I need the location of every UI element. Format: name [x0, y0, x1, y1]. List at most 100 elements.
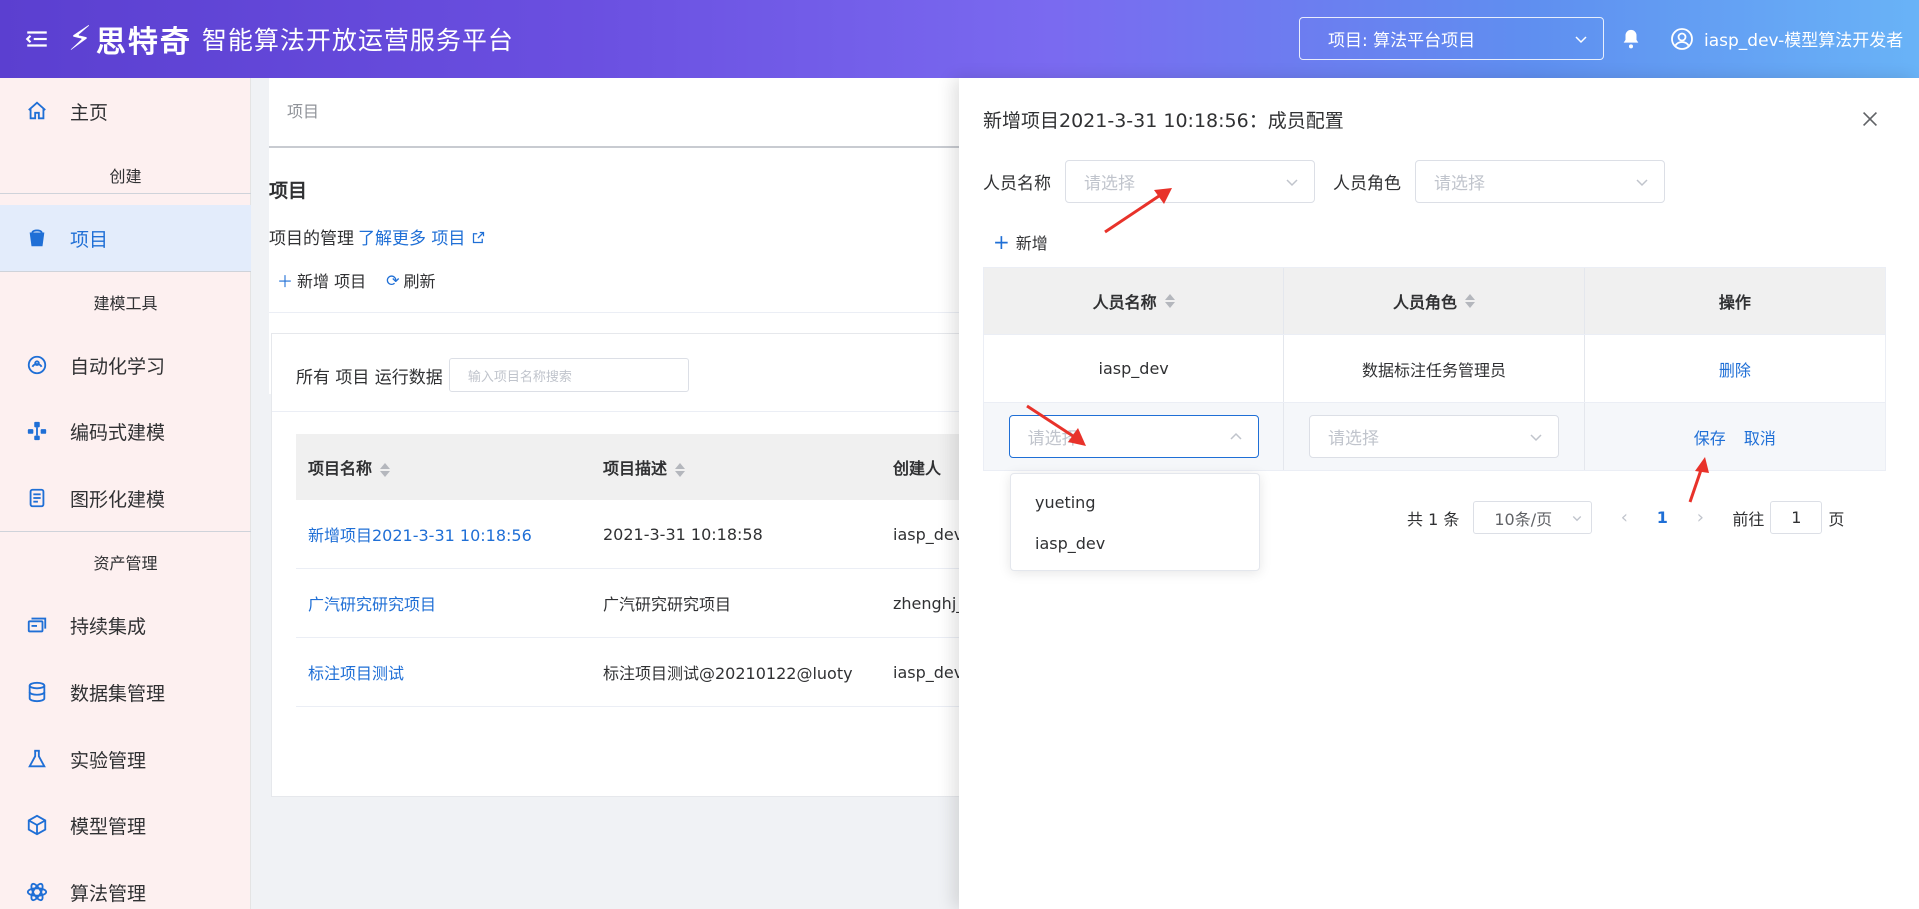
goto-label: 前往	[1732, 509, 1765, 529]
save-button[interactable]: 保存	[1694, 425, 1726, 449]
sidebar-item-home[interactable]: 主页	[0, 78, 251, 144]
member-role-filter-select[interactable]: 请选择	[1415, 160, 1665, 203]
section-divider	[0, 531, 251, 532]
project-name-link[interactable]: 广汽研究研究项目	[296, 591, 591, 615]
breadcrumb[interactable]: 项目	[287, 98, 319, 122]
current-page[interactable]: 1	[1640, 508, 1684, 527]
external-link-icon	[472, 231, 484, 244]
sort-icon[interactable]	[1465, 293, 1475, 309]
column-header-name[interactable]: 项目名称	[296, 455, 591, 479]
sidebar-item-label: 模型管理	[70, 815, 147, 838]
goto-page-input[interactable]: 1	[1770, 501, 1823, 534]
dropdown-option[interactable]: yueting	[1011, 482, 1259, 523]
page-unit-label: 页	[1828, 509, 1845, 529]
column-header-desc[interactable]: 项目描述	[591, 455, 881, 479]
dropdown-option[interactable]: iasp_dev	[1011, 523, 1259, 564]
section-tools: 建模工具	[93, 294, 158, 313]
project-search-input[interactable]: 输入项目名称搜索	[448, 358, 689, 392]
flask-icon	[26, 748, 48, 770]
sidebar-item-graph-modeling[interactable]: 图形化建模	[0, 465, 251, 531]
user-menu[interactable]: iasp_dev-模型算法开发者	[1670, 26, 1903, 51]
column-header-actions: 操作	[1718, 293, 1751, 312]
sidebar-item-label: 主页	[70, 101, 109, 124]
add-member-button[interactable]: + 新增	[993, 230, 1048, 254]
chevron-down-icon	[1573, 516, 1582, 522]
table-row: iasp_dev 数据标注任务管理员 删除	[984, 334, 1885, 402]
sidebar-item-label: 自动化学习	[70, 355, 166, 378]
filter-bar: 所有 项目 运行数据 输入项目名称搜索	[296, 358, 689, 392]
graph-modeling-icon	[26, 487, 48, 509]
page-description-text: 项目的管理	[269, 229, 354, 249]
section-divider	[0, 271, 251, 272]
project-desc: 广汽研究研究项目	[603, 595, 732, 614]
prev-page-button[interactable]: ‹	[1608, 507, 1640, 528]
bell-icon[interactable]	[1620, 28, 1642, 50]
sidebar-item-automl[interactable]: 自动化学习	[0, 332, 251, 398]
logo: ⚡ 思特奇 智能算法开放运营服务平台	[68, 16, 514, 62]
column-header-member-name[interactable]: 人员名称	[984, 268, 1285, 334]
sidebar-item-label: 编码式建模	[70, 421, 166, 444]
sidebar-item-algorithm[interactable]: 算法管理	[0, 859, 251, 909]
member-name: iasp_dev	[984, 335, 1285, 402]
sidebar-item-label: 项目	[70, 228, 109, 251]
database-icon	[26, 681, 48, 703]
refresh-button[interactable]: ⟳ 刷新	[386, 268, 435, 292]
next-page-button[interactable]: ›	[1684, 507, 1716, 528]
plus-icon: +	[993, 230, 1010, 254]
sidebar-item-label: 算法管理	[70, 882, 147, 905]
project-name-link[interactable]: 新增项目2021-3-31 10:18:56	[296, 522, 591, 546]
member-role-select[interactable]: 请选择	[1308, 415, 1559, 458]
chevron-down-icon	[1286, 179, 1298, 187]
drawer-title: 新增项目2021-3-31 10:18:56：成员配置	[983, 110, 1344, 132]
pagination: 共 1 条 10条/页 ‹ 1 › 前往 1 页	[1407, 501, 1844, 534]
user-icon	[1671, 27, 1693, 50]
project-select-value: 项目: 算法平台项目	[1328, 31, 1476, 51]
sidebar-item-experiment[interactable]: 实验管理	[0, 726, 251, 792]
sort-icon[interactable]	[675, 462, 686, 478]
member-name-dropdown: yueting iasp_dev	[1010, 473, 1260, 571]
annotation-arrow-icon	[1688, 457, 1709, 503]
sidebar-item-code-modeling[interactable]: 编码式建模	[0, 398, 251, 464]
member-table: 人员名称 人员角色 操作 iasp_dev 数据标注任务管理员 删除 请选择 请…	[983, 267, 1886, 471]
refresh-icon: ⟳	[386, 270, 400, 290]
cube-icon	[26, 814, 48, 836]
member-role: 数据标注任务管理员	[1284, 335, 1585, 402]
chevron-down-icon	[1636, 179, 1648, 187]
page-size-select[interactable]: 10条/页	[1473, 501, 1593, 534]
automl-icon	[26, 354, 48, 376]
sidebar-item-label: 图形化建模	[70, 488, 166, 511]
menu-fold-icon[interactable]	[24, 26, 50, 52]
sidebar-item-ci[interactable]: 持续集成	[0, 592, 251, 658]
sidebar-item-model[interactable]: 模型管理	[0, 792, 251, 858]
platform-title: 智能算法开放运营服务平台	[201, 26, 514, 55]
toolbar: ＋新增 项目 ⟳ 刷新	[277, 268, 436, 292]
sidebar-item-project[interactable]: 项目	[0, 205, 251, 271]
learn-more-link[interactable]: 了解更多 项目	[358, 229, 486, 249]
project-bucket-icon	[26, 227, 48, 249]
sort-icon[interactable]	[380, 462, 391, 478]
filter-role-label: 人员角色	[1333, 174, 1401, 194]
table-header: 人员名称 人员角色 操作	[984, 268, 1885, 334]
page-description: 项目的管理 了解更多 项目	[269, 224, 486, 249]
project-name-link[interactable]: 标注项目测试	[296, 660, 591, 684]
filter-label: 所有 项目 运行数据	[296, 367, 443, 388]
column-header-member-role[interactable]: 人员角色	[1284, 268, 1585, 334]
chevron-down-icon	[1575, 36, 1587, 44]
sort-icon[interactable]	[1164, 293, 1175, 309]
close-icon[interactable]	[1859, 108, 1881, 130]
annotation-arrow-icon	[1104, 188, 1172, 234]
chevron-down-icon	[1530, 434, 1542, 442]
code-modeling-icon	[26, 420, 48, 442]
member-filter-row: 人员名称 请选择 人员角色 请选择	[983, 160, 1665, 203]
project-select[interactable]: 项目: 算法平台项目	[1299, 17, 1604, 60]
project-desc: 2021-3-31 10:18:58	[603, 524, 763, 544]
section-assets: 资产管理	[93, 554, 158, 573]
delete-button[interactable]: 删除	[1719, 357, 1751, 381]
sidebar-item-dataset[interactable]: 数据集管理	[0, 659, 251, 725]
logo-brand: 思特奇	[95, 25, 192, 60]
chevron-up-icon	[1230, 432, 1242, 440]
new-project-button[interactable]: ＋新增 项目	[277, 268, 366, 292]
sidebar-item-label: 持续集成	[70, 615, 147, 638]
sidebar-item-label: 实验管理	[70, 749, 147, 772]
cancel-button[interactable]: 取消	[1744, 425, 1776, 449]
